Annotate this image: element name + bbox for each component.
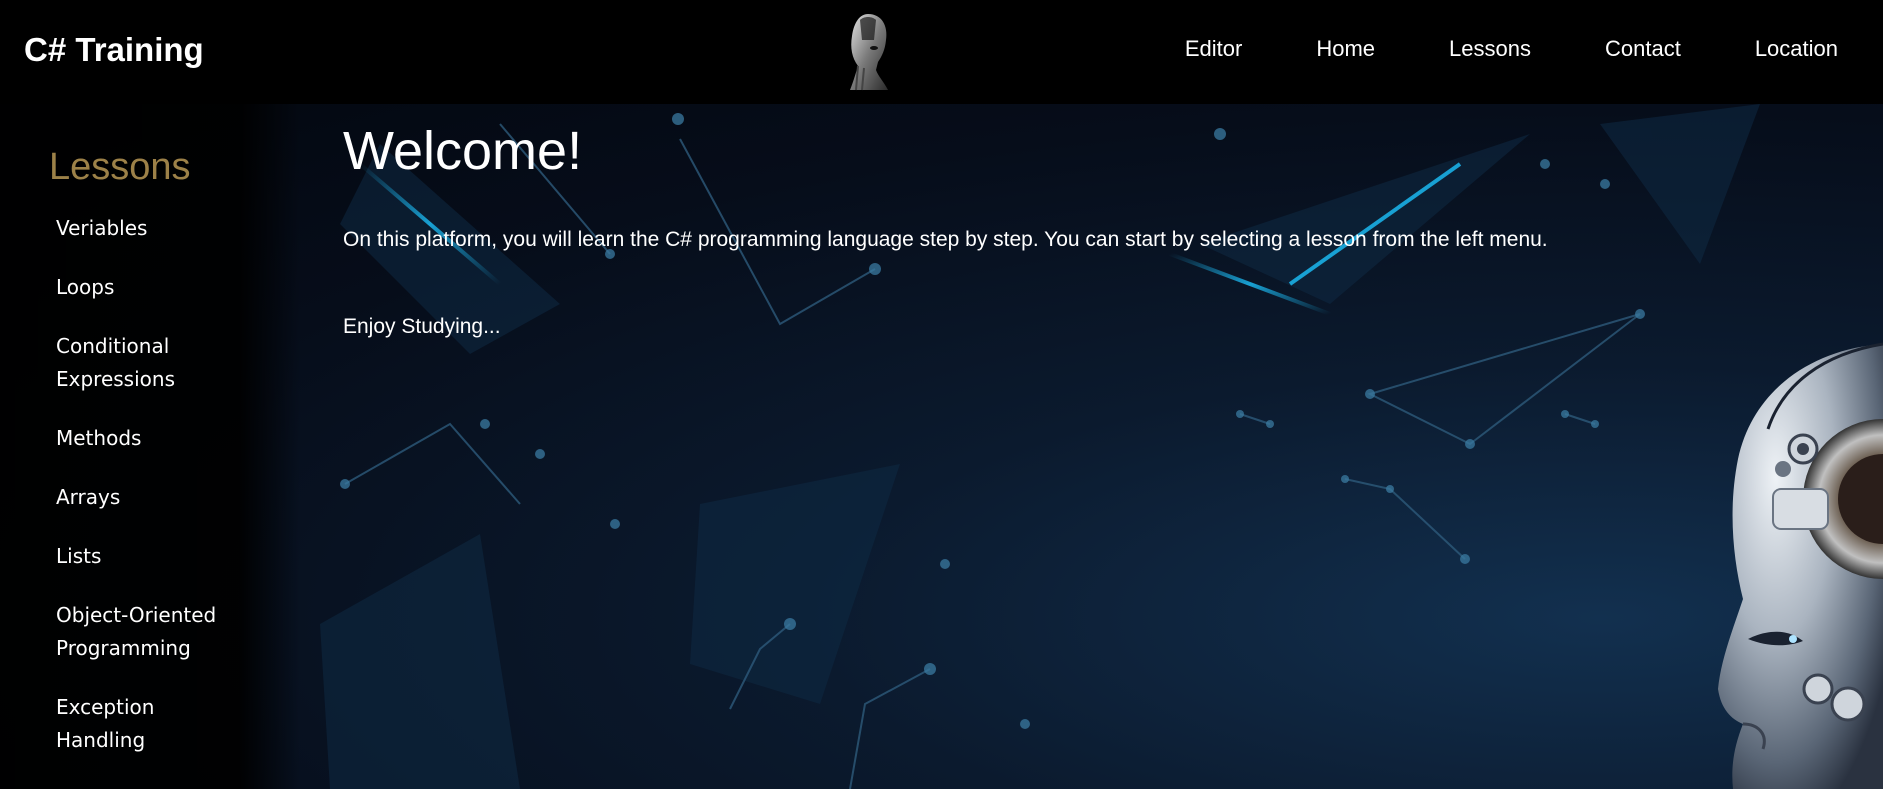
sidebar-title: Lessons — [49, 146, 191, 188]
lesson-link-arrays[interactable]: Arrays — [56, 481, 246, 514]
lesson-link-loops[interactable]: Loops — [56, 271, 246, 304]
outro-text: Enjoy Studying... — [343, 315, 501, 338]
nav-link-lessons[interactable]: Lessons — [1449, 36, 1531, 62]
nav-link-home[interactable]: Home — [1316, 36, 1375, 62]
nav-link-editor[interactable]: Editor — [1185, 36, 1242, 62]
lesson-link-object-oriented-programming[interactable]: Object-Oriented Programming — [56, 599, 246, 665]
lesson-link-variables[interactable]: Veriables — [56, 212, 246, 245]
nav-link-contact[interactable]: Contact — [1605, 36, 1681, 62]
robot-head-illustration — [1718, 342, 1883, 789]
lesson-list: Veriables Loops Conditional Expressions … — [56, 212, 246, 783]
lesson-link-methods[interactable]: Methods — [56, 422, 246, 455]
intro-text: On this platform, you will learn the C# … — [343, 228, 1548, 251]
nav-link-location[interactable]: Location — [1755, 36, 1838, 62]
lesson-link-conditional-expressions[interactable]: Conditional Expressions — [56, 330, 246, 396]
robot-head-logo-icon[interactable] — [838, 10, 898, 94]
brand-title[interactable]: C# Training — [24, 31, 204, 69]
page-title: Welcome! — [343, 121, 583, 181]
nav-menu: Editor Home Lessons Contact Location — [1185, 36, 1838, 62]
lesson-link-exception-handling[interactable]: Exception Handling — [56, 691, 246, 757]
lesson-link-lists[interactable]: Lists — [56, 540, 246, 573]
lessons-sidebar: Lessons Veriables Loops Conditional Expr… — [0, 104, 300, 789]
top-navbar: C# Training Editor Home Lessons Contact … — [0, 0, 1883, 104]
